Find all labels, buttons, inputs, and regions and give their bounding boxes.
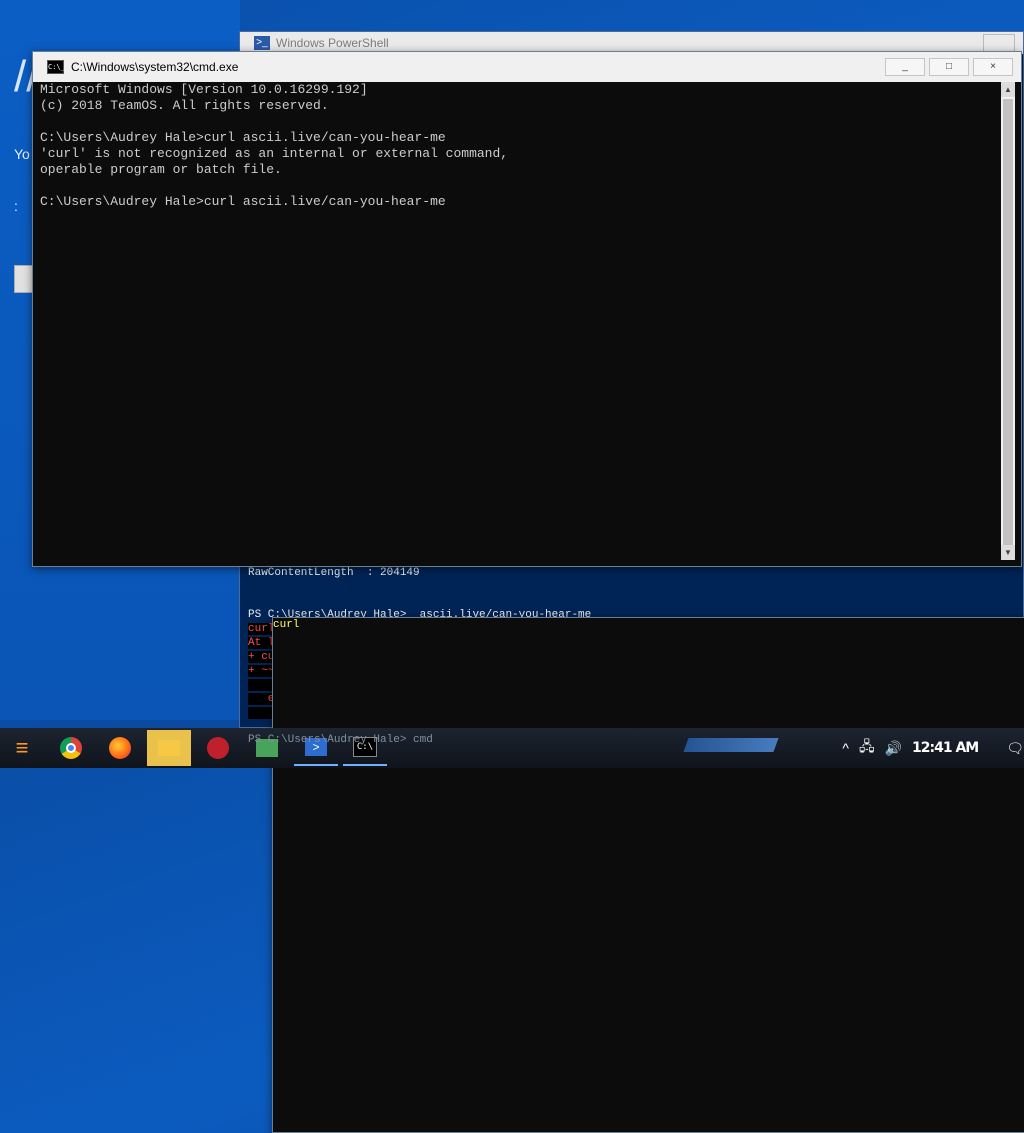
powershell-title: Windows PowerShell — [276, 36, 389, 50]
hazard-icon — [207, 737, 229, 759]
taskbar: ≡ > C:\ PS C:\Users\Audrey Hale> cmd ^ 🖧… — [0, 728, 1024, 768]
volume-icon[interactable]: 🔊 — [885, 740, 902, 757]
cmd-output-line: Microsoft Windows [Version 10.0.16299.19… — [40, 82, 368, 97]
firefox-icon — [109, 737, 131, 759]
powershell-icon: >_ — [254, 36, 270, 50]
cmd-output-line: C:\Users\Audrey Hale>curl ascii.live/can… — [40, 130, 446, 145]
cmd-output-line: C:\Users\Audrey Hale>curl ascii.live/can… — [40, 194, 446, 209]
scroll-down-icon[interactable]: ▼ — [1001, 545, 1015, 560]
powershell-console[interactable]: RawContentLength : 204149 PS C:\Users\Aud… — [240, 566, 1024, 1133]
cmd-titlebar[interactable]: C:\_ C:\Windows\system32\cmd.exe _ □ × — [33, 52, 1021, 82]
cmd-icon: C:\_ — [47, 60, 65, 74]
chrome-icon — [60, 737, 82, 759]
clock[interactable]: 12:41 AM — [912, 740, 979, 756]
background-text-2: : — [14, 198, 18, 214]
close-button[interactable]: × — [973, 58, 1013, 76]
powershell-output-line: PS C:\Users\Audrey Hale> curl ascii.live… — [240, 608, 1024, 1133]
taskbar-decoration — [683, 738, 779, 752]
cmd-console[interactable]: Microsoft Windows [Version 10.0.16299.19… — [40, 82, 1005, 566]
tray-chevron-icon[interactable]: ^ — [842, 740, 849, 756]
cmd-output-line — [40, 178, 1005, 194]
cmd-window[interactable]: C:\_ C:\Windows\system32\cmd.exe _ □ × M… — [32, 51, 1022, 567]
taskbar-chrome[interactable] — [49, 730, 93, 766]
start-icon: ≡ — [15, 735, 29, 760]
background-button[interactable] — [14, 265, 34, 293]
maximize-button[interactable]: □ — [929, 58, 969, 76]
start-button[interactable]: ≡ — [0, 730, 44, 766]
powershell-output-line — [240, 594, 1024, 608]
scroll-thumb[interactable] — [1003, 99, 1013, 554]
scroll-up-icon[interactable]: ▲ — [1001, 82, 1015, 97]
cmd-title: C:\Windows\system32\cmd.exe — [71, 60, 239, 74]
network-icon[interactable]: 🖧 — [859, 736, 875, 760]
cmd-output-line: (c) 2018 TeamOS. All rights reserved. — [40, 98, 329, 113]
system-tray: ^ 🖧 🔊 12:41 AM 🗨 — [832, 728, 1024, 768]
taskbar-file-explorer[interactable] — [147, 730, 191, 766]
cmd-output-line — [40, 114, 1005, 130]
powershell-output-line — [240, 580, 1024, 594]
taskbar-ghost-text: PS C:\Users\Audrey Hale> cmd — [248, 734, 433, 746]
cmd-scrollbar[interactable]: ▲ ▼ — [1001, 82, 1015, 560]
notifications-icon[interactable]: 🗨 — [1006, 740, 1024, 757]
cmd-output-line: operable program or batch file. — [40, 162, 282, 177]
minimize-button[interactable]: _ — [885, 58, 925, 76]
background-text: Yo — [14, 146, 30, 162]
taskbar-app-red[interactable] — [196, 730, 240, 766]
cmd-output-line: 'curl' is not recognized as an internal … — [40, 146, 509, 161]
folder-icon — [158, 740, 180, 756]
powershell-close-button[interactable] — [983, 34, 1015, 52]
taskbar-firefox[interactable] — [98, 730, 142, 766]
powershell-output-line: RawContentLength : 204149 — [248, 567, 420, 579]
